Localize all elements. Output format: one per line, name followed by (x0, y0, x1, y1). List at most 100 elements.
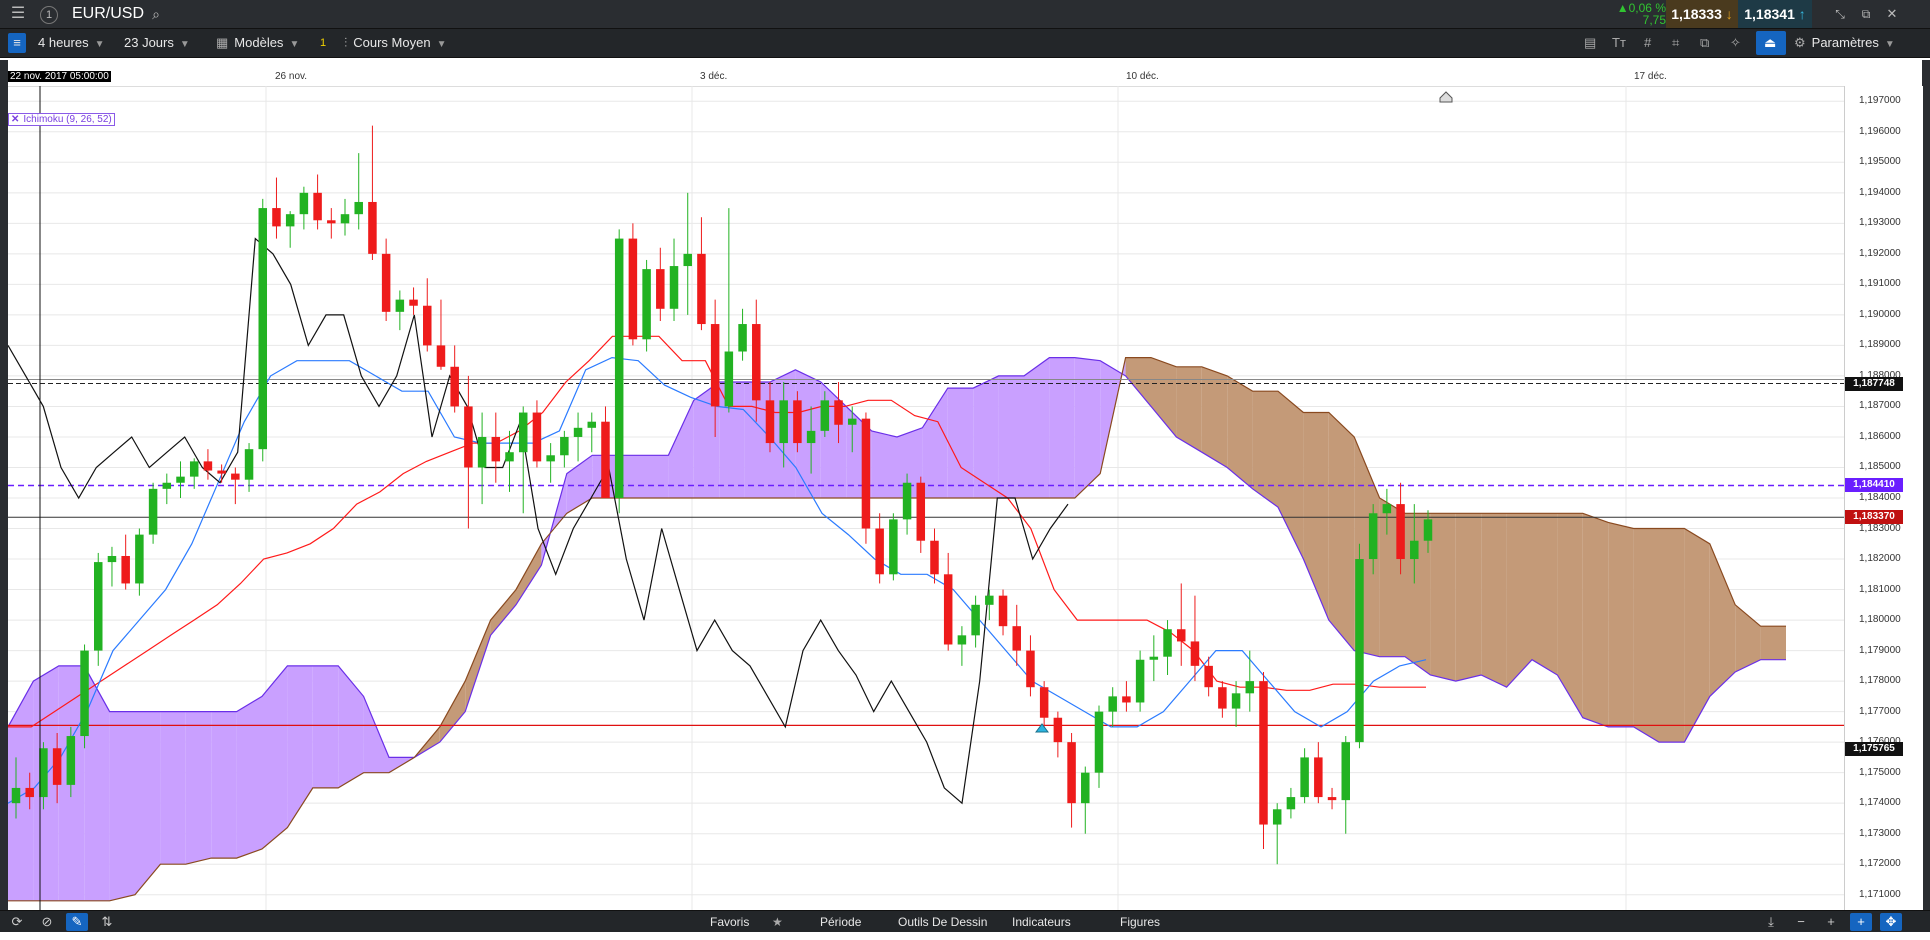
candle-bullish (80, 650, 89, 737)
candle-bullish (902, 482, 912, 520)
no-entry-icon[interactable]: ⊘ (36, 913, 58, 931)
price-tick-label: 1,173000 (1859, 827, 1901, 839)
bid-price-button[interactable]: 1,18333 ↓ (1666, 0, 1738, 28)
period-button[interactable]: Période (820, 914, 861, 930)
candle-bullish (477, 436, 487, 468)
candle-bullish (518, 412, 528, 453)
candle-bullish (587, 421, 597, 428)
price-tick-label: 1,192000 (1859, 247, 1901, 259)
kumo-bearish-segment (516, 543, 542, 605)
candle-bearish (834, 400, 843, 425)
indicators-button[interactable]: Indicateurs (1012, 914, 1071, 930)
price-chart[interactable] (8, 86, 1844, 910)
price-type-dropdown[interactable]: ⫶ Cours Moyen ▼ (344, 33, 446, 53)
chart-list-icon[interactable]: ≡ (8, 33, 26, 53)
instrument-symbol[interactable]: EUR/USD (72, 5, 144, 23)
candle-bullish (985, 595, 994, 605)
swap-icon[interactable]: ⇅ (96, 913, 118, 931)
price-tick-label: 1,186000 (1859, 430, 1901, 442)
kumo-bearish-segment (1201, 366, 1228, 468)
candle-bullish (354, 201, 363, 215)
order-book-icon[interactable]: ▤ (1584, 33, 1596, 53)
candle-bullish (94, 562, 103, 651)
candle-bullish (1423, 519, 1433, 541)
chart-toolbar: ≡ 4 heures ▼ 23 Jours ▼ ▦ Modèles ▼ 1 ⫶ Cours… (0, 29, 1930, 58)
collapse-icon[interactable]: ⤡ (1830, 4, 1850, 24)
candle-bullish (779, 400, 788, 444)
favorites-button[interactable]: Favoris (710, 914, 749, 930)
refresh-icon[interactable]: ⟳ (6, 913, 28, 931)
interval-dropdown[interactable]: 4 heures ▼ (38, 33, 105, 53)
candle-bullish (1081, 772, 1090, 804)
candle-bearish (327, 220, 336, 224)
candle-bullish (560, 436, 569, 456)
settings-dropdown[interactable]: ⚙ Paramètres ▼ (1794, 33, 1895, 53)
layers-icon[interactable]: ⧉ (1700, 33, 1709, 53)
kumo-bearish-segment (1659, 528, 1685, 743)
close-icon[interactable]: ✕ (1882, 4, 1902, 24)
hamburger-menu-icon[interactable]: ☰ (8, 4, 28, 24)
kumo-bullish-segment (160, 711, 186, 865)
kumo-bearish-segment (1633, 528, 1659, 743)
price-tick-label: 1,193000 (1859, 217, 1901, 229)
candle-bullish (724, 351, 734, 407)
kumo-bearish-segment (1125, 357, 1151, 407)
candle-bearish (423, 305, 432, 346)
kumo-bullish-segment (643, 455, 669, 498)
candle-bearish (793, 400, 802, 444)
price-tick-label: 1,175000 (1859, 766, 1901, 778)
kumo-bullish-segment (668, 400, 694, 498)
interval-label: 4 heures (38, 35, 89, 50)
kumo-bearish-segment (1151, 357, 1177, 437)
kumo-bearish-segment (1328, 412, 1355, 651)
popout-icon[interactable]: ⧉ (1856, 4, 1876, 24)
price-level-tag: 1,187748 (1845, 376, 1903, 391)
candle-bullish (1410, 540, 1419, 560)
price-tick-label: 1,177000 (1859, 705, 1901, 717)
candle-bullish (820, 400, 830, 431)
zoom-in-icon[interactable]: + (1820, 913, 1842, 931)
candle-bearish (656, 269, 665, 309)
trading-platform-window: ☰ 1 EUR/USD ⌕ ▲0,06 % 7,75 1,18333 ↓ 1,1… (0, 0, 1930, 940)
drawing-tools-button[interactable]: Outils De Dessin (898, 914, 987, 930)
candles-icon: ⫶ (344, 35, 348, 50)
zoom-out-icon[interactable]: − (1790, 913, 1812, 931)
range-dropdown[interactable]: 23 Jours ▼ (124, 33, 190, 53)
remove-indicator-icon[interactable]: ✕ (11, 114, 19, 125)
price-tick-label: 1,182000 (1859, 553, 1901, 565)
bottom-bar: ⟳ ⊘ ✎ ⇅ Favoris ★ Période Outils De Dess… (0, 910, 1930, 933)
figures-button[interactable]: Figures (1120, 914, 1160, 930)
candle-bearish (1053, 717, 1063, 743)
candle-bearish (203, 461, 213, 471)
grid-icon: ▦ (216, 35, 229, 50)
candle-bearish (628, 238, 638, 340)
search-icon[interactable]: ⌕ (146, 4, 166, 24)
crosshair-icon[interactable]: + (1850, 913, 1872, 931)
pin-icon[interactable]: ✧ (1730, 33, 1741, 53)
indicator-legend[interactable]: ✕ Ichimoku (9, 26, 52) (8, 113, 115, 126)
candle-bullish (66, 736, 76, 785)
info-icon[interactable]: 1 (40, 6, 58, 24)
grid-lines-icon[interactable]: # (1644, 33, 1651, 53)
kumo-bullish-segment (236, 696, 262, 859)
templates-dropdown[interactable]: ▦ Modèles ▼ (216, 33, 299, 53)
crosshair-grid-icon[interactable]: ⌗ (1672, 33, 1679, 53)
kumo-bullish-segment (922, 388, 948, 498)
price-tick-label: 1,196000 (1859, 125, 1901, 137)
right-scrollbar[interactable] (1922, 60, 1930, 910)
fit-icon[interactable]: ⤓ (1760, 913, 1782, 931)
star-icon[interactable]: ★ (772, 914, 783, 930)
kumo-bullish-segment (185, 711, 212, 865)
price-tick-label: 1,172000 (1859, 858, 1901, 870)
text-size-icon[interactable]: Tт (1612, 33, 1626, 53)
candle-bullish (135, 534, 144, 584)
candle-bullish (546, 455, 555, 462)
candle-bullish (340, 214, 350, 224)
pencil-icon[interactable]: ✎ (66, 913, 88, 931)
move-icon[interactable]: ✥ (1880, 913, 1902, 931)
ask-price-button[interactable]: 1,18341 ↑ (1738, 0, 1812, 28)
candle-bullish (148, 488, 158, 535)
candle-bullish (642, 269, 651, 340)
price-tick-label: 1,184000 (1859, 492, 1901, 503)
candle-bearish (1012, 626, 1021, 651)
